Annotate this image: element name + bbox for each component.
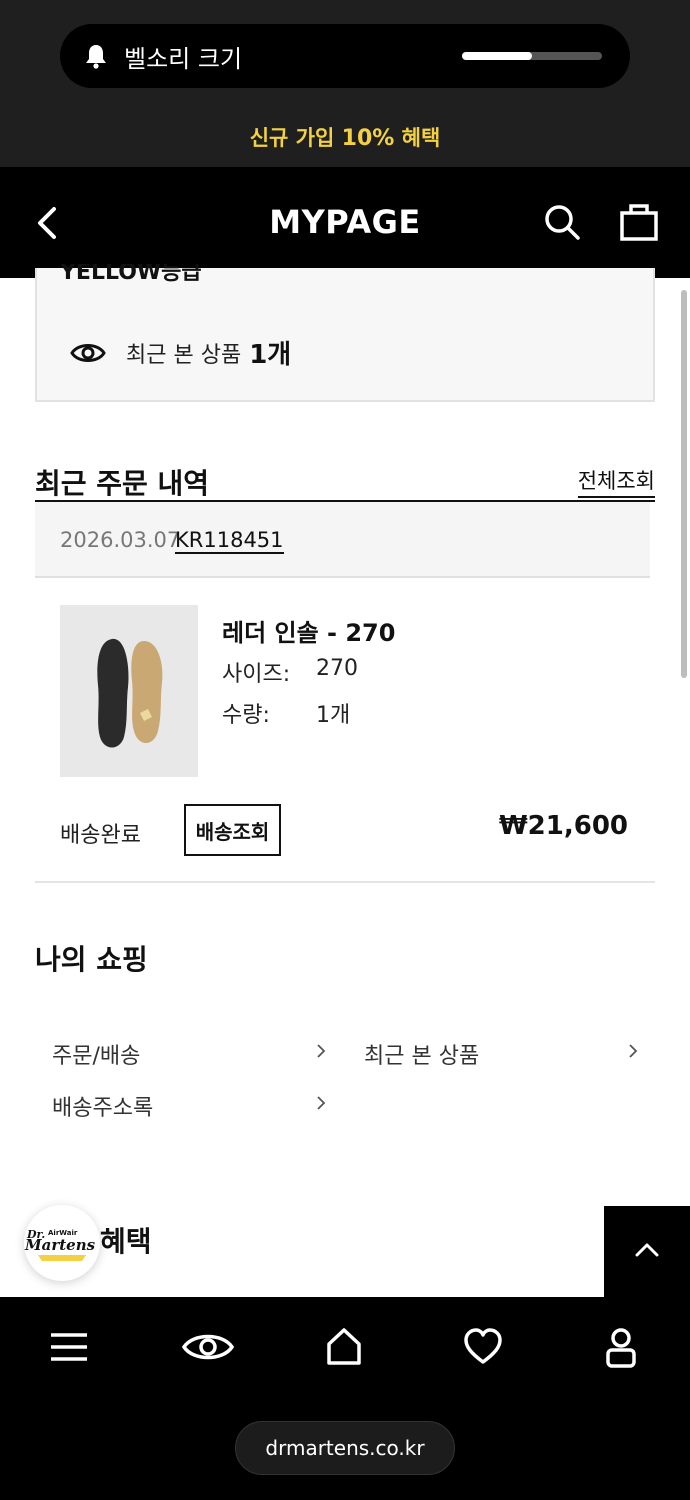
order-price: ₩21,600 <box>498 811 628 841</box>
order-number-link[interactable]: KR118451 <box>175 528 284 554</box>
size-label: 사이즈: <box>222 662 291 687</box>
scroll-to-top-button[interactable] <box>604 1206 690 1297</box>
size-value: 270 <box>316 656 358 681</box>
chevron-right-icon <box>317 1044 326 1058</box>
view-all-link[interactable]: 전체조회 <box>577 465 655 498</box>
product-name[interactable]: 레더 인솔 - 270 <box>222 613 395 648</box>
recent-viewed-count: 1개 <box>249 340 292 370</box>
size-row: 사이즈: 270 <box>222 656 358 688</box>
volume-hud: 벨소리 크기 <box>60 24 630 88</box>
product-thumbnail[interactable] <box>60 605 198 777</box>
benefit-title: 혜택 <box>100 1225 152 1258</box>
quantity-row: 수량: 1개 <box>222 697 350 729</box>
status-area: 벨소리 크기 <box>0 0 690 112</box>
home-icon[interactable] <box>325 1327 363 1367</box>
volume-slider[interactable] <box>462 52 602 60</box>
search-icon[interactable] <box>543 203 581 241</box>
order-date: 2026.03.07 <box>60 528 181 552</box>
membership-grade: YELLOW등급 <box>60 264 202 286</box>
eye-icon[interactable] <box>181 1327 235 1367</box>
quantity-value: 1개 <box>316 703 351 728</box>
chevron-up-icon <box>635 1243 659 1257</box>
chevron-right-icon <box>629 1044 638 1058</box>
menu-orders-delivery[interactable]: 주문/배송 <box>52 1038 140 1070</box>
menu-icon[interactable] <box>49 1327 89 1367</box>
bottom-nav: drmartens.co.kr <box>0 1297 690 1500</box>
promo-highlight: 10% <box>341 126 395 151</box>
top-header: MYPAGE <box>0 167 690 278</box>
promo-suffix: 혜택 <box>394 126 441 150</box>
grade-text: YELLOW등급 <box>60 264 202 285</box>
scrollbar[interactable] <box>681 290 687 678</box>
url-bar[interactable]: drmartens.co.kr <box>235 1421 455 1475</box>
brand-logo-button[interactable]: Dr. AirWair Martens <box>24 1205 100 1281</box>
eye-icon <box>70 343 106 362</box>
volume-level <box>462 52 532 60</box>
recent-viewed-row[interactable]: 최근 본 상품 1개 <box>70 334 291 371</box>
insole-image <box>60 605 198 777</box>
page-title: MYPAGE <box>269 203 421 241</box>
promo-banner[interactable]: 신규 가입 10% 혜택 <box>0 112 690 167</box>
screen: 벨소리 크기 신규 가입 10% 혜택 MYPAGE YELLOW등급 최근 본… <box>0 0 690 1500</box>
dr-martens-logo-icon: Dr. AirWair Martens <box>24 1228 96 1261</box>
order-header: 2026.03.07 KR118451 <box>35 502 650 578</box>
volume-label: 벨소리 크기 <box>124 44 243 73</box>
order-divider <box>35 881 655 883</box>
bell-icon <box>86 45 106 69</box>
chevron-right-icon <box>317 1096 326 1110</box>
user-icon[interactable] <box>603 1327 639 1369</box>
heart-icon[interactable] <box>463 1327 503 1367</box>
promo-prefix: 신규 가입 <box>249 126 342 150</box>
menu-recent-viewed[interactable]: 최근 본 상품 <box>364 1038 479 1070</box>
track-delivery-button[interactable]: 배송조회 <box>184 804 281 856</box>
delivery-status: 배송완료 <box>60 823 141 848</box>
my-shopping-title: 나의 쇼핑 <box>35 943 148 976</box>
svg-text:Martens: Martens <box>24 1236 96 1254</box>
quantity-label: 수량: <box>222 703 270 728</box>
recent-viewed-label: 최근 본 상품 <box>126 342 242 368</box>
menu-address-book[interactable]: 배송주소록 <box>52 1090 153 1122</box>
recent-orders-title: 최근 주문 내역 <box>35 467 210 500</box>
shopping-bag-icon[interactable] <box>619 203 659 241</box>
